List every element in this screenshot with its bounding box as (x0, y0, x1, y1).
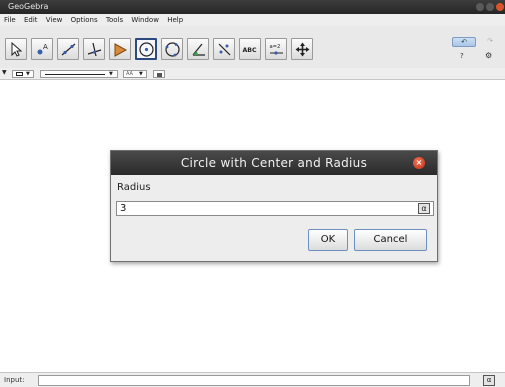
close-window-icon[interactable] (496, 3, 504, 11)
menu-view[interactable]: View (46, 16, 63, 24)
input-alpha-button[interactable]: α (483, 375, 495, 386)
radius-dialog: Circle with Center and Radius × Radius 3… (110, 150, 438, 262)
perpendicular-line-icon (87, 42, 102, 57)
polygon-icon (114, 43, 128, 57)
style-bar: ▼ ▼ ▼ AA ▼ (0, 68, 505, 80)
label-style-icon[interactable]: AA ▼ (123, 70, 147, 78)
minimize-icon[interactable] (476, 3, 484, 11)
tool-text[interactable]: ABC (239, 38, 261, 60)
lock-icon[interactable] (153, 70, 165, 78)
window-title: GeoGebra (8, 2, 49, 11)
dialog-title: Circle with Center and Radius (111, 151, 437, 175)
circle-center-radius-icon (139, 42, 154, 57)
toolbar: A ABC a=2 ↶ ↷ ? ⚙ (0, 26, 505, 68)
point-icon: A (37, 43, 48, 55)
menu-bar: File Edit View Options Tools Window Help (0, 14, 505, 26)
redo-button[interactable]: ↷ (480, 37, 500, 47)
point-style-icon[interactable]: ▼ (12, 70, 34, 78)
alpha-symbol-button[interactable]: α (418, 203, 430, 214)
slider-icon-label: a=2 (270, 44, 281, 50)
tool-reflect[interactable] (213, 38, 235, 60)
svg-text:A: A (43, 43, 48, 51)
menu-options[interactable]: Options (71, 16, 98, 24)
tool-move-graphics-view[interactable] (291, 38, 313, 60)
close-icon[interactable]: × (413, 157, 425, 169)
tool-angle[interactable] (187, 38, 209, 60)
maximize-icon[interactable] (486, 3, 494, 11)
input-bar: Input: α (0, 372, 505, 387)
help-icon[interactable]: ? (460, 52, 464, 60)
stylebar-toggle-icon[interactable]: ▼ (2, 69, 7, 76)
redo-icon: ↷ (487, 37, 493, 45)
circle-three-points-icon (165, 42, 180, 57)
angle-icon (192, 43, 205, 56)
text-icon: ABC (243, 47, 258, 54)
tool-circle-center-radius[interactable] (135, 38, 157, 60)
undo-button[interactable]: ↶ (452, 37, 476, 47)
move-arrow-icon (11, 41, 23, 57)
tool-move[interactable] (5, 38, 27, 60)
ok-button[interactable]: OK (308, 229, 348, 251)
text-icon-label: ABC (243, 47, 258, 54)
tool-point[interactable]: A (31, 38, 53, 60)
reflect-icon (218, 43, 231, 56)
tool-line[interactable] (57, 38, 79, 60)
tool-perpendicular[interactable] (83, 38, 105, 60)
menu-tools[interactable]: Tools (106, 16, 123, 24)
tool-polygon[interactable] (109, 38, 131, 60)
input-label: Input: (4, 376, 25, 384)
title-bar: GeoGebra (0, 0, 505, 14)
menu-window[interactable]: Window (131, 16, 159, 24)
slider-icon: a=2 (270, 44, 283, 55)
input-field[interactable] (38, 375, 470, 386)
line-icon (61, 43, 76, 56)
radius-input[interactable]: 3 (116, 201, 434, 216)
menu-help[interactable]: Help (167, 16, 183, 24)
undo-icon: ↶ (461, 38, 467, 46)
tool-circle-three-points[interactable] (161, 38, 183, 60)
line-style-icon[interactable]: ▼ (40, 70, 118, 78)
cancel-button[interactable]: Cancel (354, 229, 427, 251)
menu-edit[interactable]: Edit (24, 16, 38, 24)
tool-slider[interactable]: a=2 (265, 38, 287, 60)
gear-icon[interactable]: ⚙ (485, 51, 492, 60)
menu-file[interactable]: File (4, 16, 16, 24)
radius-label: Radius (117, 182, 151, 193)
move-graphics-view-icon (295, 42, 310, 57)
